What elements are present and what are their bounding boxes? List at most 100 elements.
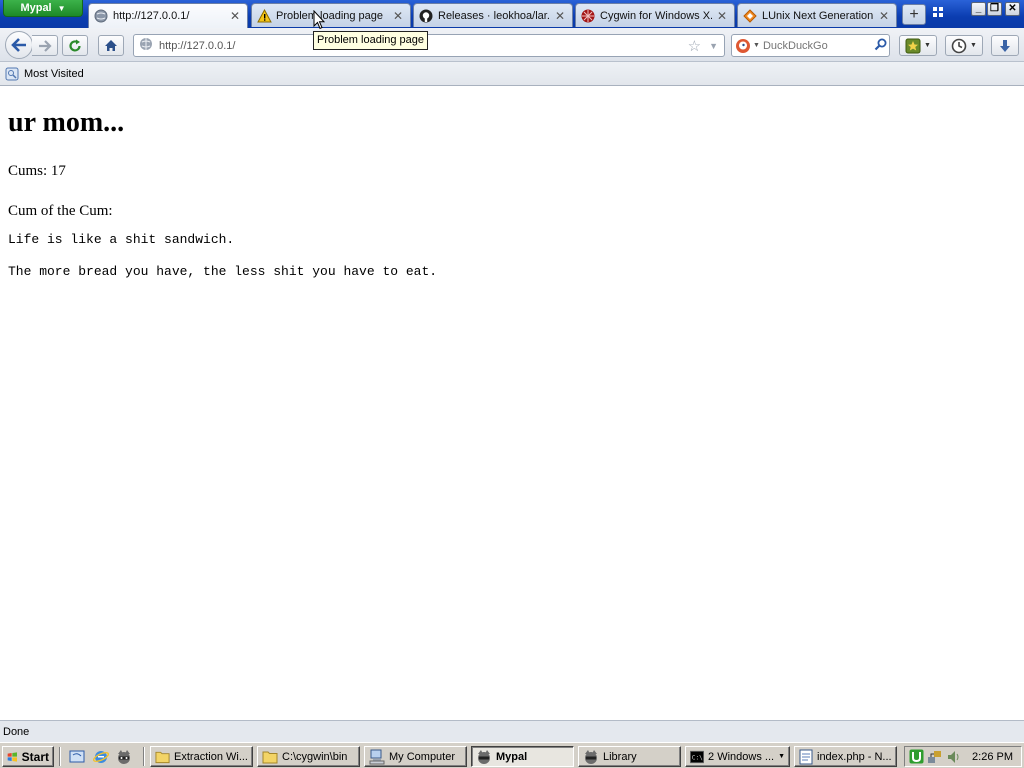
back-button[interactable] <box>5 31 33 59</box>
taskbar-separator <box>143 747 145 766</box>
cygwin-icon <box>580 8 596 24</box>
volume-icon[interactable] <box>946 749 962 765</box>
svg-text:C:\: C:\ <box>692 754 703 761</box>
search-bar[interactable]: ▼ <box>731 34 890 57</box>
start-button[interactable]: Start <box>2 746 54 767</box>
tab-tooltip: Problem loading page <box>313 31 429 50</box>
task-mypal[interactable]: Mypal <box>471 746 574 767</box>
status-bar: Done <box>0 720 1024 742</box>
close-icon[interactable]: ✕ <box>878 9 890 23</box>
chevron-down-icon[interactable]: ▼ <box>709 41 718 51</box>
task-label: Mypal <box>496 750 528 763</box>
task-label: index.php - N... <box>817 750 892 763</box>
download-arrow-icon <box>1000 39 1010 52</box>
back-arrow-icon <box>11 38 26 52</box>
search-engine-selector[interactable]: ▼ <box>735 38 760 54</box>
network-icon[interactable] <box>927 749 943 765</box>
folder-icon <box>262 751 278 763</box>
history-menu-button[interactable]: ▼ <box>945 35 983 56</box>
computer-icon <box>369 749 385 764</box>
tab-cygwin[interactable]: Cygwin for Windows X... ✕ <box>575 3 735 27</box>
quote-line: The more bread you have, the less shit y… <box>8 264 438 279</box>
section-label: Cum of the Cum: <box>8 203 113 219</box>
site-identity-icon[interactable] <box>139 37 153 54</box>
task-notepad[interactable]: index.php - N... <box>794 746 897 767</box>
chevron-down-icon: ▼ <box>778 753 785 760</box>
bookmarks-icon <box>905 38 921 53</box>
warning-icon <box>256 8 272 24</box>
close-icon[interactable]: ✕ <box>716 9 728 23</box>
task-label: Extraction Wi... <box>174 750 248 763</box>
tab-title: http://127.0.0.1/ <box>113 10 190 22</box>
clock[interactable]: 2:26 PM <box>972 751 1013 763</box>
app-menu-button[interactable]: Mypal ▼ <box>3 0 83 17</box>
smart-folder-icon <box>5 67 19 80</box>
mypal-icon <box>585 749 597 764</box>
github-icon <box>418 8 434 24</box>
tab-lunix[interactable]: LUnix Next Generation... ✕ <box>737 3 897 27</box>
duckduckgo-icon <box>736 38 750 53</box>
show-desktop-icon[interactable] <box>68 748 85 765</box>
quote-line: Life is like a shit sandwich. <box>8 232 235 247</box>
folder-icon <box>155 751 170 763</box>
internet-explorer-icon[interactable] <box>92 748 109 765</box>
taskbar-separator <box>59 747 61 766</box>
mouse-pointer-icon <box>313 9 326 30</box>
tab-title: LUnix Next Generation... <box>762 9 874 22</box>
clock-icon <box>951 38 967 53</box>
chevron-down-icon: ▼ <box>753 42 760 49</box>
minimize-button[interactable]: _ <box>971 2 986 16</box>
home-button[interactable] <box>98 35 124 56</box>
task-cygwin-bin[interactable]: C:\cygwin\bin <box>257 746 360 767</box>
task-label: C:\cygwin\bin <box>282 750 348 763</box>
system-tray: 2:26 PM <box>904 746 1022 767</box>
notepad-icon <box>799 749 813 764</box>
forward-arrow-icon <box>38 39 52 52</box>
bookmark-star-icon[interactable]: ☆ <box>688 37 701 55</box>
console-icon: C:\ <box>690 750 705 763</box>
list-all-tabs-icon[interactable] <box>930 6 946 22</box>
new-tab-button[interactable]: + <box>902 4 926 25</box>
close-icon[interactable]: ✕ <box>392 9 404 23</box>
tab-title: Problem loading page <box>276 9 384 22</box>
mypal-icon <box>478 749 490 764</box>
tab-localhost[interactable]: http://127.0.0.1/ ✕ <box>88 3 248 28</box>
status-text: Done <box>3 726 30 738</box>
search-input[interactable] <box>762 39 868 52</box>
search-icon[interactable] <box>871 38 889 54</box>
task-my-computer[interactable]: My Computer <box>364 746 467 767</box>
page-heading: ur mom... <box>8 107 125 138</box>
close-icon[interactable]: ✕ <box>229 9 241 23</box>
tab-title: Cygwin for Windows X... <box>600 9 712 22</box>
tab-title: Releases · leokhoa/lar... <box>438 9 550 22</box>
restore-button[interactable]: ❐ <box>987 2 1002 16</box>
task-library[interactable]: Library <box>578 746 681 767</box>
chevron-down-icon: ▼ <box>924 42 931 49</box>
start-label: Start <box>21 749 49 764</box>
utorrent-icon[interactable] <box>908 749 924 765</box>
tab-problem-loading[interactable]: Problem loading page ✕ <box>251 3 411 27</box>
most-visited-label: Most Visited <box>24 67 84 80</box>
tab-github-releases[interactable]: Releases · leokhoa/lar... ✕ <box>413 3 573 27</box>
close-window-button[interactable]: ✕ <box>1005 2 1020 16</box>
title-bar: Mypal ▼ http://127.0.0.1/ ✕ Problem load… <box>0 0 1024 28</box>
task-windows-group[interactable]: C:\ 2 Windows ... ▼ <box>685 746 790 767</box>
task-extraction-wizard[interactable]: Extraction Wi... <box>150 746 253 767</box>
globe-icon <box>93 8 109 24</box>
url-bar[interactable]: ☆ ▼ <box>133 34 725 57</box>
bookmarks-toolbar: Most Visited <box>0 62 1024 86</box>
home-icon <box>105 40 117 51</box>
task-label: Library <box>603 750 637 763</box>
close-icon[interactable]: ✕ <box>554 9 566 23</box>
chevron-down-icon: ▼ <box>970 42 977 49</box>
forward-button[interactable] <box>32 35 58 56</box>
app-menu-label: Mypal <box>20 2 52 14</box>
mypal-icon[interactable] <box>115 748 132 765</box>
navigation-toolbar: ☆ ▼ ▼ ▼ ▼ <box>0 28 1024 62</box>
task-label: My Computer <box>389 750 456 763</box>
taskbar: Start Extraction Wi... C:\cygwin\bin My … <box>0 742 1024 768</box>
reload-button[interactable] <box>62 35 88 56</box>
most-visited-folder[interactable]: Most Visited <box>5 67 84 81</box>
downloads-button[interactable] <box>991 35 1019 56</box>
bookmarks-menu-button[interactable]: ▼ <box>899 35 937 56</box>
